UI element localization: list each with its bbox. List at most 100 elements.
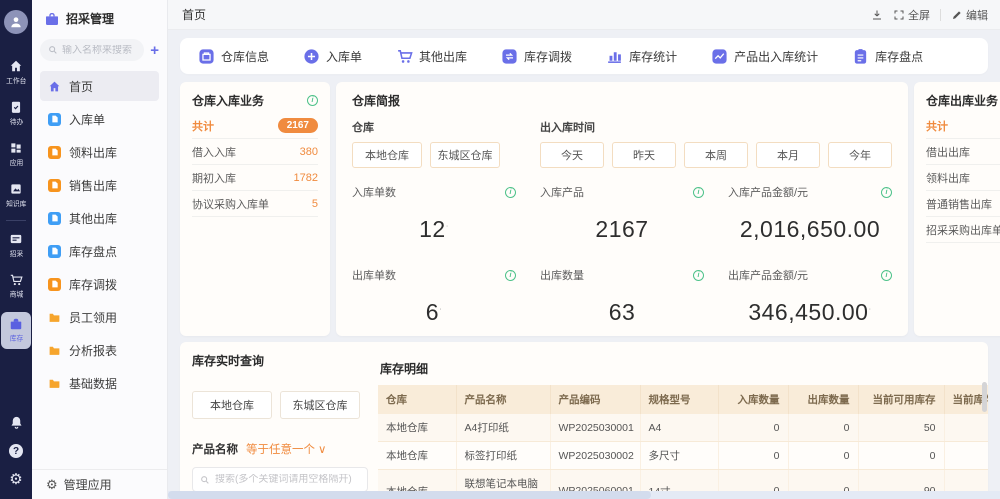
stat-inbound-amount: 入库产品金额/元i 2,016,650.00 bbox=[728, 184, 892, 243]
warehouse-option-button[interactable]: 东城区仓库 bbox=[430, 142, 500, 168]
sidebar-item-inbound-order[interactable]: 入库单 bbox=[40, 104, 159, 134]
stat-inbound-orders: 入库单数i 12· bbox=[352, 184, 516, 243]
card-icon bbox=[9, 232, 23, 246]
sidebar-search-input[interactable] bbox=[62, 45, 132, 56]
rail-item-label: 库存 bbox=[9, 334, 23, 344]
warehouse-option-button[interactable]: 本地仓库 bbox=[352, 142, 422, 168]
table-vertical-scrollbar[interactable] bbox=[982, 382, 987, 492]
time-option-button[interactable]: 本周 bbox=[684, 142, 748, 168]
col-header[interactable]: 入库数量 bbox=[718, 385, 788, 414]
download-button[interactable] bbox=[871, 9, 883, 21]
tab-other-outbound[interactable]: 其他出库 bbox=[396, 48, 467, 65]
bell-icon[interactable] bbox=[9, 415, 24, 430]
col-header[interactable]: 产品编码 bbox=[550, 385, 640, 414]
col-header[interactable]: 规格型号 bbox=[640, 385, 718, 414]
tab-stock-transfer[interactable]: 库存调拨 bbox=[501, 48, 572, 65]
rail-item-inventory-active[interactable]: 库存 bbox=[1, 312, 31, 349]
sidebar-item-label: 库存调拨 bbox=[69, 276, 117, 293]
sidebar-item-base-data[interactable]: 基础数据 bbox=[40, 368, 159, 398]
home-icon bbox=[9, 59, 23, 73]
warehouse-filter-group: 仓库 本地仓库 东城区仓库 bbox=[352, 119, 500, 168]
info-icon[interactable]: i bbox=[505, 187, 516, 198]
info-icon[interactable]: i bbox=[693, 270, 704, 281]
field-label: 产品名称 bbox=[192, 441, 238, 457]
keyword-search[interactable] bbox=[192, 467, 368, 492]
breadcrumb: 首页 bbox=[182, 6, 206, 23]
time-option-button[interactable]: 昨天 bbox=[612, 142, 676, 168]
edit-button[interactable]: 编辑 bbox=[951, 7, 988, 23]
sidebar-item-material-outbound[interactable]: 领料出库 bbox=[40, 137, 159, 167]
bar-chart-icon bbox=[606, 48, 623, 65]
manage-apps-label: 管理应用 bbox=[64, 476, 112, 493]
time-option-button[interactable]: 今年 bbox=[828, 142, 892, 168]
tab-stock-statistics[interactable]: 库存统计 bbox=[606, 48, 677, 65]
inventory-detail-panel: 库存明细 仓库 产品名称 产品编码 规格型号 入库数量 bbox=[378, 352, 988, 499]
gear-icon: ⚙ bbox=[46, 477, 58, 492]
sidebar-search[interactable] bbox=[40, 39, 144, 61]
sidebar-item-other-outbound[interactable]: 其他出库 bbox=[40, 203, 159, 233]
row-value: 1782 bbox=[294, 172, 318, 184]
sidebar-item-stock-transfer[interactable]: 库存调拨 bbox=[40, 269, 159, 299]
col-header[interactable]: 出库数量 bbox=[788, 385, 858, 414]
operator-dropdown[interactable]: 等于任意一个 ∨ bbox=[246, 441, 326, 457]
gear-icon[interactable]: ⚙ bbox=[9, 472, 22, 487]
row-label: 普通销售出库 bbox=[926, 196, 992, 212]
sidebar-item-home[interactable]: 首页 bbox=[40, 71, 159, 101]
stat-row: 期初入库 1782 bbox=[192, 165, 318, 191]
rail-item-mall[interactable]: 商城 bbox=[1, 273, 31, 300]
sidebar-item-label: 入库单 bbox=[69, 111, 105, 128]
help-icon[interactable]: ? bbox=[9, 444, 23, 458]
tab-label: 库存调拨 bbox=[524, 48, 572, 65]
col-header[interactable]: 当前可用库存 bbox=[858, 385, 944, 414]
inventory-table: 仓库 产品名称 产品编码 规格型号 入库数量 出库数量 当前可用库存 当前库存金… bbox=[378, 385, 988, 499]
rail-item-label: 应用 bbox=[9, 158, 23, 168]
horizontal-scrollbar[interactable] bbox=[168, 491, 1000, 499]
table-row[interactable]: 本地仓库标签打印纸WP2025030002多尺寸 000 bbox=[378, 442, 988, 470]
rail-item-procurement[interactable]: 招采 bbox=[1, 232, 31, 259]
app-title: 招采管理 bbox=[66, 10, 114, 27]
fullscreen-button[interactable]: 全屏 bbox=[893, 7, 930, 23]
avatar[interactable] bbox=[4, 10, 28, 34]
info-icon[interactable]: i bbox=[881, 270, 892, 281]
time-option-button[interactable]: 今天 bbox=[540, 142, 604, 168]
tab-label: 库存统计 bbox=[629, 48, 677, 65]
table-row[interactable]: 本地仓库A4打印纸WP2025030001A4 005025 bbox=[378, 414, 988, 442]
rail-item-knowledge[interactable]: 知识库 bbox=[1, 182, 31, 209]
keyword-search-input[interactable] bbox=[215, 474, 360, 485]
card-title: 仓库入库业务 bbox=[192, 92, 264, 109]
sidebar-item-sales-outbound[interactable]: 销售出库 bbox=[40, 170, 159, 200]
warehouse-option-button[interactable]: 本地仓库 bbox=[192, 391, 272, 419]
info-icon[interactable]: i bbox=[307, 95, 318, 106]
cart-icon bbox=[396, 48, 413, 65]
add-button[interactable]: + bbox=[150, 43, 159, 58]
tab-stocktake[interactable]: 库存盘点 bbox=[852, 48, 923, 65]
info-icon[interactable]: i bbox=[881, 187, 892, 198]
rail-item-todo[interactable]: 待办 bbox=[1, 100, 31, 127]
stat-value: 2167 bbox=[540, 216, 704, 243]
rail-item-workbench[interactable]: 工作台 bbox=[1, 59, 31, 86]
col-header[interactable]: 仓库 bbox=[378, 385, 456, 414]
total-row: 共计 2167 bbox=[192, 113, 318, 139]
scrollbar-thumb[interactable] bbox=[168, 491, 651, 499]
info-icon[interactable]: i bbox=[693, 187, 704, 198]
stat-label: 出库产品金额/元 bbox=[728, 267, 808, 283]
transfer-icon bbox=[501, 48, 518, 65]
rail-item-label: 工作台 bbox=[6, 76, 26, 86]
info-icon[interactable]: i bbox=[505, 270, 516, 281]
row-label: 借入入库 bbox=[192, 144, 236, 160]
stat-row: 普通销售出库 30 bbox=[926, 191, 1000, 217]
topbar: 首页 全屏 编辑 bbox=[168, 0, 1000, 30]
manage-apps-button[interactable]: ⚙ 管理应用 bbox=[32, 469, 167, 499]
sidebar-item-analysis-report[interactable]: 分析报表 bbox=[40, 335, 159, 365]
tab-inbound-order[interactable]: 入库单 bbox=[303, 48, 362, 65]
warehouse-option-button[interactable]: 东城区仓库 bbox=[280, 391, 360, 419]
cart-icon bbox=[9, 273, 23, 287]
time-option-button[interactable]: 本月 bbox=[756, 142, 820, 168]
tab-product-inout-statistics[interactable]: 产品出入库统计 bbox=[711, 48, 818, 65]
document-icon bbox=[48, 212, 61, 225]
sidebar-item-employee-claim[interactable]: 员工领用 bbox=[40, 302, 159, 332]
col-header[interactable]: 产品名称 bbox=[456, 385, 550, 414]
rail-item-apps[interactable]: 应用 bbox=[1, 141, 31, 168]
tab-warehouse-info[interactable]: 仓库信息 bbox=[198, 48, 269, 65]
sidebar-item-stocktake[interactable]: 库存盘点 bbox=[40, 236, 159, 266]
